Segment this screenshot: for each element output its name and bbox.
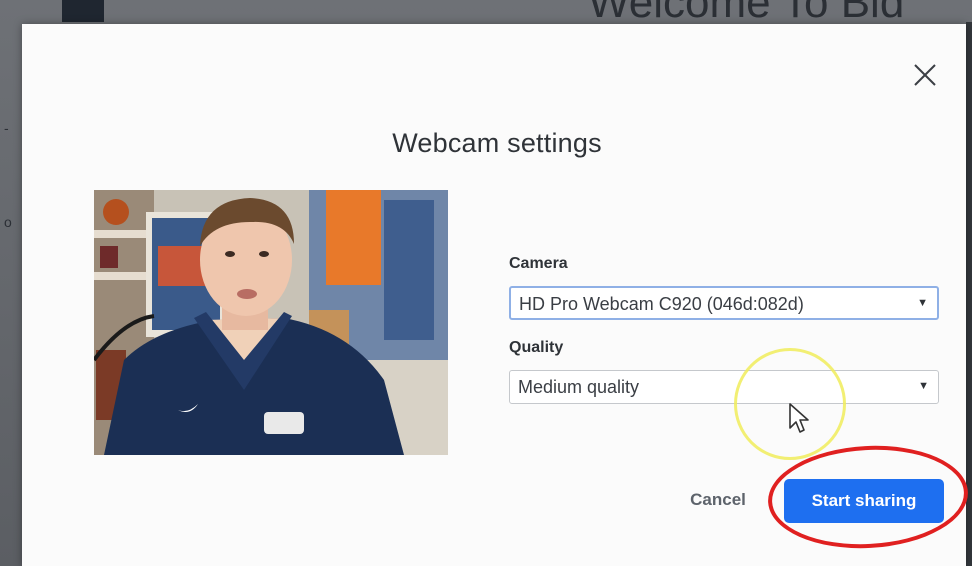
chevron-down-icon: ▼ (918, 380, 929, 392)
modal-title: Webcam settings (392, 128, 602, 158)
close-button[interactable] (910, 60, 940, 90)
quality-select[interactable]: Medium quality ▼ (509, 370, 939, 404)
mouse-pointer-icon (788, 402, 812, 436)
background-side-text: o (4, 214, 12, 230)
webcam-settings-modal: Webcam settings Camera HD Pro Webcam C92… (22, 24, 971, 566)
camera-label: Camera (509, 255, 568, 272)
quality-label: Quality (509, 339, 564, 356)
quality-select-value: Medium quality (518, 377, 640, 397)
chevron-down-icon: ▼ (917, 297, 928, 309)
camera-select[interactable]: HD Pro Webcam C920 (046d:082d) ▼ (509, 286, 939, 320)
close-icon (914, 64, 936, 86)
webcam-video-image (94, 190, 448, 455)
background-edge (966, 22, 972, 566)
background-nav-block (62, 0, 104, 22)
camera-select-value: HD Pro Webcam C920 (046d:082d) (519, 294, 804, 314)
background-side-text: - (4, 120, 9, 136)
cancel-button[interactable]: Cancel (678, 486, 758, 514)
webcam-preview (94, 190, 448, 455)
